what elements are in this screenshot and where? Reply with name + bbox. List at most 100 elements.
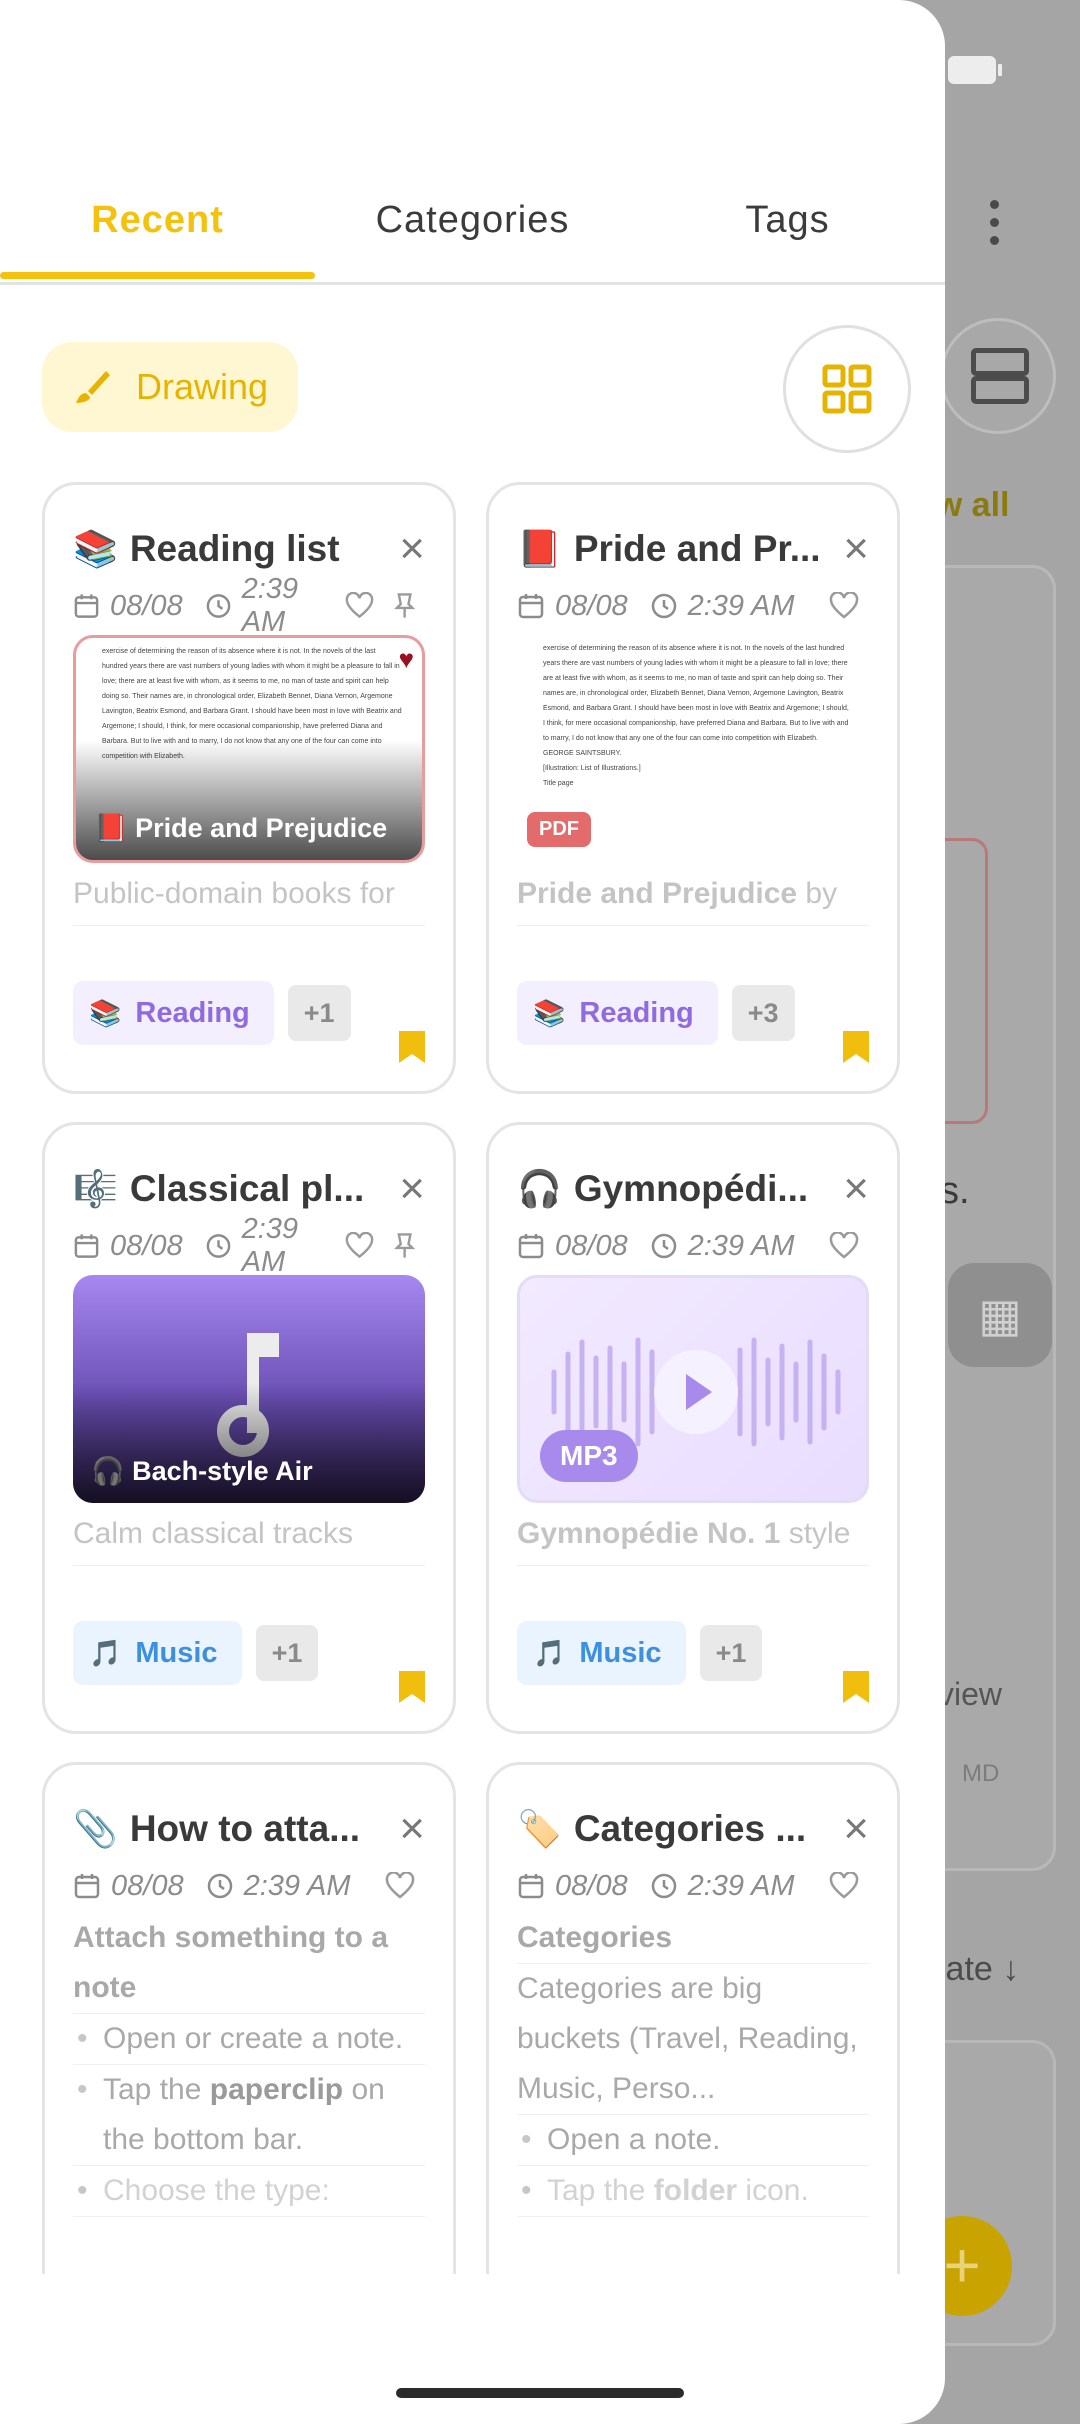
bookmark-icon bbox=[843, 1031, 869, 1063]
close-icon[interactable]: × bbox=[843, 1807, 869, 1851]
tab-recent[interactable]: Recent bbox=[0, 170, 315, 282]
music-icon: 🎵 bbox=[533, 1637, 566, 1668]
note-card[interactable]: 📕 Pride and Pr... × 08/08 2:39 AM exerci… bbox=[486, 482, 900, 1094]
note-title: Classical pl... bbox=[129, 1168, 365, 1209]
heart-icon[interactable] bbox=[829, 1872, 859, 1900]
layout-toggle-icon bbox=[940, 318, 1056, 434]
bookmark-icon bbox=[843, 1671, 869, 1703]
note-body: Attach something to a note Open or creat… bbox=[73, 1913, 425, 2217]
more-menu-icon bbox=[985, 200, 1003, 250]
grid-view-icon bbox=[822, 364, 872, 414]
note-time: 2:39 AM bbox=[243, 1869, 351, 1902]
home-indicator[interactable] bbox=[396, 2388, 684, 2398]
heart-icon[interactable] bbox=[829, 1232, 859, 1260]
note-title: Gymnopédi... bbox=[573, 1168, 809, 1209]
clock-icon bbox=[207, 1873, 232, 1899]
background-md-label: MD bbox=[962, 1760, 1000, 1787]
book-icon: 📕 bbox=[517, 528, 562, 569]
heart-icon[interactable] bbox=[385, 1872, 415, 1900]
background-sort-label: late ↓ bbox=[938, 1950, 1020, 1988]
tag-reading[interactable]: 📚 Reading bbox=[517, 981, 718, 1045]
grid-view-button[interactable] bbox=[783, 325, 911, 453]
close-icon[interactable]: × bbox=[399, 527, 425, 571]
note-card[interactable]: 📎 How to atta... × 08/08 2:39 AM Attach … bbox=[42, 1762, 456, 2274]
tag-label: Music bbox=[579, 1636, 662, 1669]
note-card[interactable]: 🎼 Classical pl... × 08/08 2:39 AM � bbox=[42, 1122, 456, 1734]
attachment-thumbnail[interactable]: exercise of determining the reason of it… bbox=[73, 635, 425, 863]
tag-music[interactable]: 🎵 Music bbox=[73, 1621, 242, 1685]
paperclip-icon: 📎 bbox=[73, 1808, 118, 1849]
close-icon[interactable]: × bbox=[399, 1167, 425, 1211]
calendar-icon bbox=[74, 1874, 100, 1899]
clock-icon bbox=[651, 1233, 676, 1259]
close-icon[interactable]: × bbox=[399, 1807, 425, 1851]
note-title: Categories ... bbox=[573, 1808, 807, 1849]
more-tags-badge[interactable]: +3 bbox=[731, 985, 795, 1041]
background-view-label: view bbox=[938, 1676, 1003, 1712]
tab-tags[interactable]: Tags bbox=[630, 170, 945, 282]
note-date: 08/08 bbox=[555, 1869, 628, 1902]
note-description: Calm classical tracks bbox=[73, 1517, 354, 1550]
audio-thumbnail[interactable]: MP3 bbox=[517, 1275, 869, 1503]
tag-reading[interactable]: 📚 Reading bbox=[73, 981, 274, 1045]
tab-indicator bbox=[0, 272, 315, 279]
battery-icon bbox=[948, 56, 1002, 84]
favorite-heart-icon: ♥ bbox=[398, 644, 414, 674]
notes-drawer: Recent Categories Tags Drawing 📚 Reading… bbox=[0, 0, 945, 2424]
tag-label: Music bbox=[135, 1636, 218, 1669]
more-tags-badge[interactable]: +1 bbox=[287, 985, 351, 1041]
note-date: 08/08 bbox=[111, 1869, 184, 1902]
bookmark-icon bbox=[399, 1031, 425, 1063]
calendar-icon bbox=[74, 1234, 99, 1258]
clock-icon bbox=[651, 1873, 676, 1899]
attachment-thumbnail[interactable]: exercise of determining the reason of it… bbox=[517, 635, 869, 863]
calendar-icon bbox=[74, 594, 99, 618]
note-description: Public-domain books for bbox=[73, 877, 395, 910]
clock-icon bbox=[651, 593, 676, 619]
close-icon[interactable]: × bbox=[843, 527, 869, 571]
note-date: 08/08 bbox=[555, 1229, 628, 1262]
note-description: Gymnopédie No. 1 style bbox=[517, 1517, 851, 1550]
books-icon: 📚 bbox=[533, 997, 566, 1028]
note-card[interactable]: 🏷️ Categories ... × 08/08 2:39 AM Catego… bbox=[486, 1762, 900, 2274]
note-heading: Attach something to a note bbox=[73, 1913, 425, 2014]
note-time: 2:39 AM bbox=[687, 1869, 795, 1902]
note-title: Pride and Pr... bbox=[573, 528, 821, 569]
tag-label: Reading bbox=[579, 996, 694, 1029]
calendar-icon bbox=[518, 1874, 544, 1899]
tab-bar: Recent Categories Tags bbox=[0, 170, 945, 285]
note-description: Pride and Prejudice by bbox=[517, 877, 838, 910]
audio-thumbnail[interactable]: 🎧 Bach-style Air bbox=[73, 1275, 425, 1503]
note-title: Reading list bbox=[129, 528, 340, 569]
note-title: How to atta... bbox=[129, 1808, 361, 1849]
more-tags-badge[interactable]: +1 bbox=[255, 1625, 319, 1681]
heart-icon[interactable] bbox=[829, 592, 859, 620]
brush-icon bbox=[76, 371, 110, 403]
close-icon[interactable]: × bbox=[843, 1167, 869, 1211]
note-heading: Categories bbox=[517, 1913, 869, 1964]
drawing-filter-label: Drawing bbox=[136, 366, 269, 407]
heart-icon[interactable] bbox=[345, 1232, 374, 1260]
note-date: 08/08 bbox=[555, 589, 628, 622]
label-tag-icon: 🏷️ bbox=[517, 1808, 562, 1849]
note-card[interactable]: 📚 Reading list × 08/08 2:39 AM exercise … bbox=[42, 482, 456, 1094]
note-body: Categories Categories are big buckets (T… bbox=[517, 1913, 869, 2217]
heart-icon[interactable] bbox=[345, 592, 374, 620]
note-date: 08/08 bbox=[110, 1229, 183, 1262]
calendar-icon bbox=[518, 594, 544, 619]
note-time: 2:39 AM bbox=[687, 589, 795, 622]
pin-icon[interactable] bbox=[393, 592, 415, 620]
drawing-filter-chip[interactable]: Drawing bbox=[42, 342, 298, 432]
tab-categories[interactable]: Categories bbox=[315, 170, 630, 282]
pin-icon[interactable] bbox=[393, 1232, 415, 1260]
pdf-badge: PDF bbox=[527, 812, 591, 847]
books-icon: 📚 bbox=[89, 997, 122, 1028]
music-score-icon: 🎼 bbox=[73, 1168, 118, 1209]
music-icon: 🎵 bbox=[89, 1637, 122, 1668]
note-time: 2:39 AM bbox=[241, 573, 299, 638]
note-card[interactable]: 🎧 Gymnopédi... × 08/08 2:39 AM MP3 Gymno… bbox=[486, 1122, 900, 1734]
more-tags-badge[interactable]: +1 bbox=[699, 1625, 763, 1681]
tag-music[interactable]: 🎵 Music bbox=[517, 1621, 686, 1685]
mp3-badge: MP3 bbox=[540, 1430, 638, 1482]
tag-label: Reading bbox=[135, 996, 250, 1029]
